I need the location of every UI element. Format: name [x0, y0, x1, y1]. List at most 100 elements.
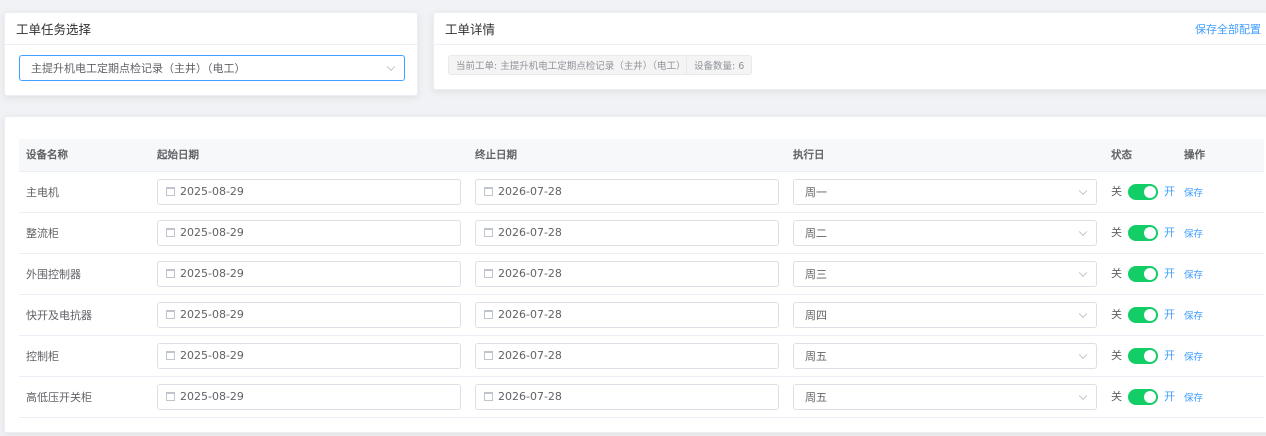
status-on-label: 开	[1164, 185, 1175, 198]
start-date-picker[interactable]: 2025-08-29	[157, 301, 461, 328]
task-select-value: 主提升机电工定期点检记录（主井）（电工）	[31, 62, 246, 75]
exec-day-value: 周五	[805, 349, 827, 363]
save-row-button[interactable]: 保存	[1184, 352, 1203, 363]
save-row-button[interactable]: 保存	[1184, 270, 1203, 281]
calendar-icon	[166, 187, 175, 196]
detail-card: 工单详情 保存全部配置 当前工单: 主提升机电工定期点检记录（主井）（电工） 设…	[433, 12, 1266, 90]
status-off-label: 关	[1111, 390, 1122, 403]
calendar-icon	[166, 351, 175, 360]
status-toggle[interactable]	[1128, 225, 1158, 241]
start-date-picker[interactable]: 2025-08-29	[157, 178, 461, 205]
end-date-value: 2026-07-28	[498, 226, 562, 239]
start-date-picker[interactable]: 2025-08-29	[157, 219, 461, 246]
calendar-icon	[484, 351, 493, 360]
detail-title: 工单详情	[445, 22, 496, 37]
chevron-down-icon	[1078, 227, 1088, 236]
end-date-picker[interactable]: 2026-07-28	[475, 178, 779, 205]
status-off-label: 关	[1111, 349, 1122, 362]
header-status: 状态	[1104, 139, 1177, 172]
status-toggle[interactable]	[1128, 266, 1158, 282]
device-table: 设备名称 起始日期 终止日期 执行日 状态 操作 主电机 2025-08-29 …	[19, 139, 1264, 418]
save-row-button[interactable]: 保存	[1184, 393, 1203, 404]
device-name: 高低压开关柜	[19, 376, 150, 418]
task-select-title: 工单任务选择	[16, 22, 92, 37]
calendar-icon	[484, 310, 493, 319]
start-date-picker[interactable]: 2025-08-29	[157, 260, 461, 287]
table-row: 整流柜 2025-08-29 2026-07-28 周二 关 开 保存	[19, 212, 1264, 254]
exec-day-select[interactable]: 周一	[793, 178, 1097, 205]
end-date-value: 2026-07-28	[498, 390, 562, 403]
chevron-down-icon	[1078, 391, 1088, 400]
start-date-value: 2025-08-29	[180, 349, 244, 362]
start-date-value: 2025-08-29	[180, 185, 244, 198]
exec-day-value: 周三	[805, 267, 827, 281]
exec-day-select[interactable]: 周四	[793, 301, 1097, 328]
device-table-card: 设备名称 起始日期 终止日期 执行日 状态 操作 主电机 2025-08-29 …	[4, 116, 1266, 433]
end-date-picker[interactable]: 2026-07-28	[475, 301, 779, 328]
table-row: 控制柜 2025-08-29 2026-07-28 周五 关 开 保存	[19, 335, 1264, 377]
header-end-date: 终止日期	[468, 139, 786, 172]
header-actions: 操作	[1177, 139, 1264, 172]
end-date-value: 2026-07-28	[498, 349, 562, 362]
task-select-card: 工单任务选择 主提升机电工定期点检记录（主井）（电工）	[4, 12, 418, 96]
exec-day-select[interactable]: 周五	[793, 383, 1097, 410]
calendar-icon	[484, 228, 493, 237]
chevron-down-icon	[1078, 350, 1088, 359]
header-device-name: 设备名称	[19, 139, 150, 172]
table-row: 快开及电抗器 2025-08-29 2026-07-28 周四 关 开 保存	[19, 294, 1264, 336]
chevron-down-icon	[1078, 309, 1088, 318]
calendar-icon	[484, 269, 493, 278]
status-on-label: 开	[1164, 390, 1175, 403]
end-date-picker[interactable]: 2026-07-28	[475, 342, 779, 369]
calendar-icon	[166, 228, 175, 237]
table-row: 外围控制器 2025-08-29 2026-07-28 周三 关 开 保存	[19, 253, 1264, 295]
save-row-button[interactable]: 保存	[1184, 188, 1203, 199]
device-count-tag: 设备数量: 6	[686, 55, 753, 75]
calendar-icon	[484, 392, 493, 401]
exec-day-value: 周一	[805, 185, 827, 199]
chevron-down-icon	[386, 62, 396, 72]
start-date-picker[interactable]: 2025-08-29	[157, 342, 461, 369]
start-date-value: 2025-08-29	[180, 390, 244, 403]
exec-day-value: 周四	[805, 308, 827, 322]
save-all-button[interactable]: 保存全部配置	[1195, 21, 1261, 37]
device-name: 主电机	[19, 171, 150, 213]
status-toggle[interactable]	[1128, 389, 1158, 405]
end-date-value: 2026-07-28	[498, 267, 562, 280]
exec-day-select[interactable]: 周五	[793, 342, 1097, 369]
end-date-picker[interactable]: 2026-07-28	[475, 383, 779, 410]
status-on-label: 开	[1164, 349, 1175, 362]
chevron-down-icon	[1078, 186, 1088, 195]
table-row: 主电机 2025-08-29 2026-07-28 周一 关 开 保存	[19, 171, 1264, 213]
header-start-date: 起始日期	[150, 139, 468, 172]
task-select-header: 工单任务选择	[5, 13, 417, 45]
status-on-label: 开	[1164, 226, 1175, 239]
start-date-value: 2025-08-29	[180, 226, 244, 239]
device-name: 快开及电抗器	[19, 294, 150, 336]
start-date-value: 2025-08-29	[180, 308, 244, 321]
exec-day-value: 周五	[805, 390, 827, 404]
status-on-label: 开	[1164, 267, 1175, 280]
device-name: 整流柜	[19, 212, 150, 254]
end-date-picker[interactable]: 2026-07-28	[475, 260, 779, 287]
device-name: 外围控制器	[19, 253, 150, 295]
status-off-label: 关	[1111, 226, 1122, 239]
start-date-picker[interactable]: 2025-08-29	[157, 383, 461, 410]
calendar-icon	[484, 187, 493, 196]
status-off-label: 关	[1111, 308, 1122, 321]
end-date-value: 2026-07-28	[498, 185, 562, 198]
exec-day-select[interactable]: 周三	[793, 260, 1097, 287]
status-toggle[interactable]	[1128, 348, 1158, 364]
end-date-picker[interactable]: 2026-07-28	[475, 219, 779, 246]
calendar-icon	[166, 310, 175, 319]
calendar-icon	[166, 392, 175, 401]
status-toggle[interactable]	[1128, 307, 1158, 323]
save-row-button[interactable]: 保存	[1184, 229, 1203, 240]
exec-day-select[interactable]: 周二	[793, 219, 1097, 246]
save-row-button[interactable]: 保存	[1184, 311, 1203, 322]
status-on-label: 开	[1164, 308, 1175, 321]
status-off-label: 关	[1111, 185, 1122, 198]
status-toggle[interactable]	[1128, 184, 1158, 200]
task-select-dropdown[interactable]: 主提升机电工定期点检记录（主井）（电工）	[19, 55, 405, 81]
calendar-icon	[166, 269, 175, 278]
